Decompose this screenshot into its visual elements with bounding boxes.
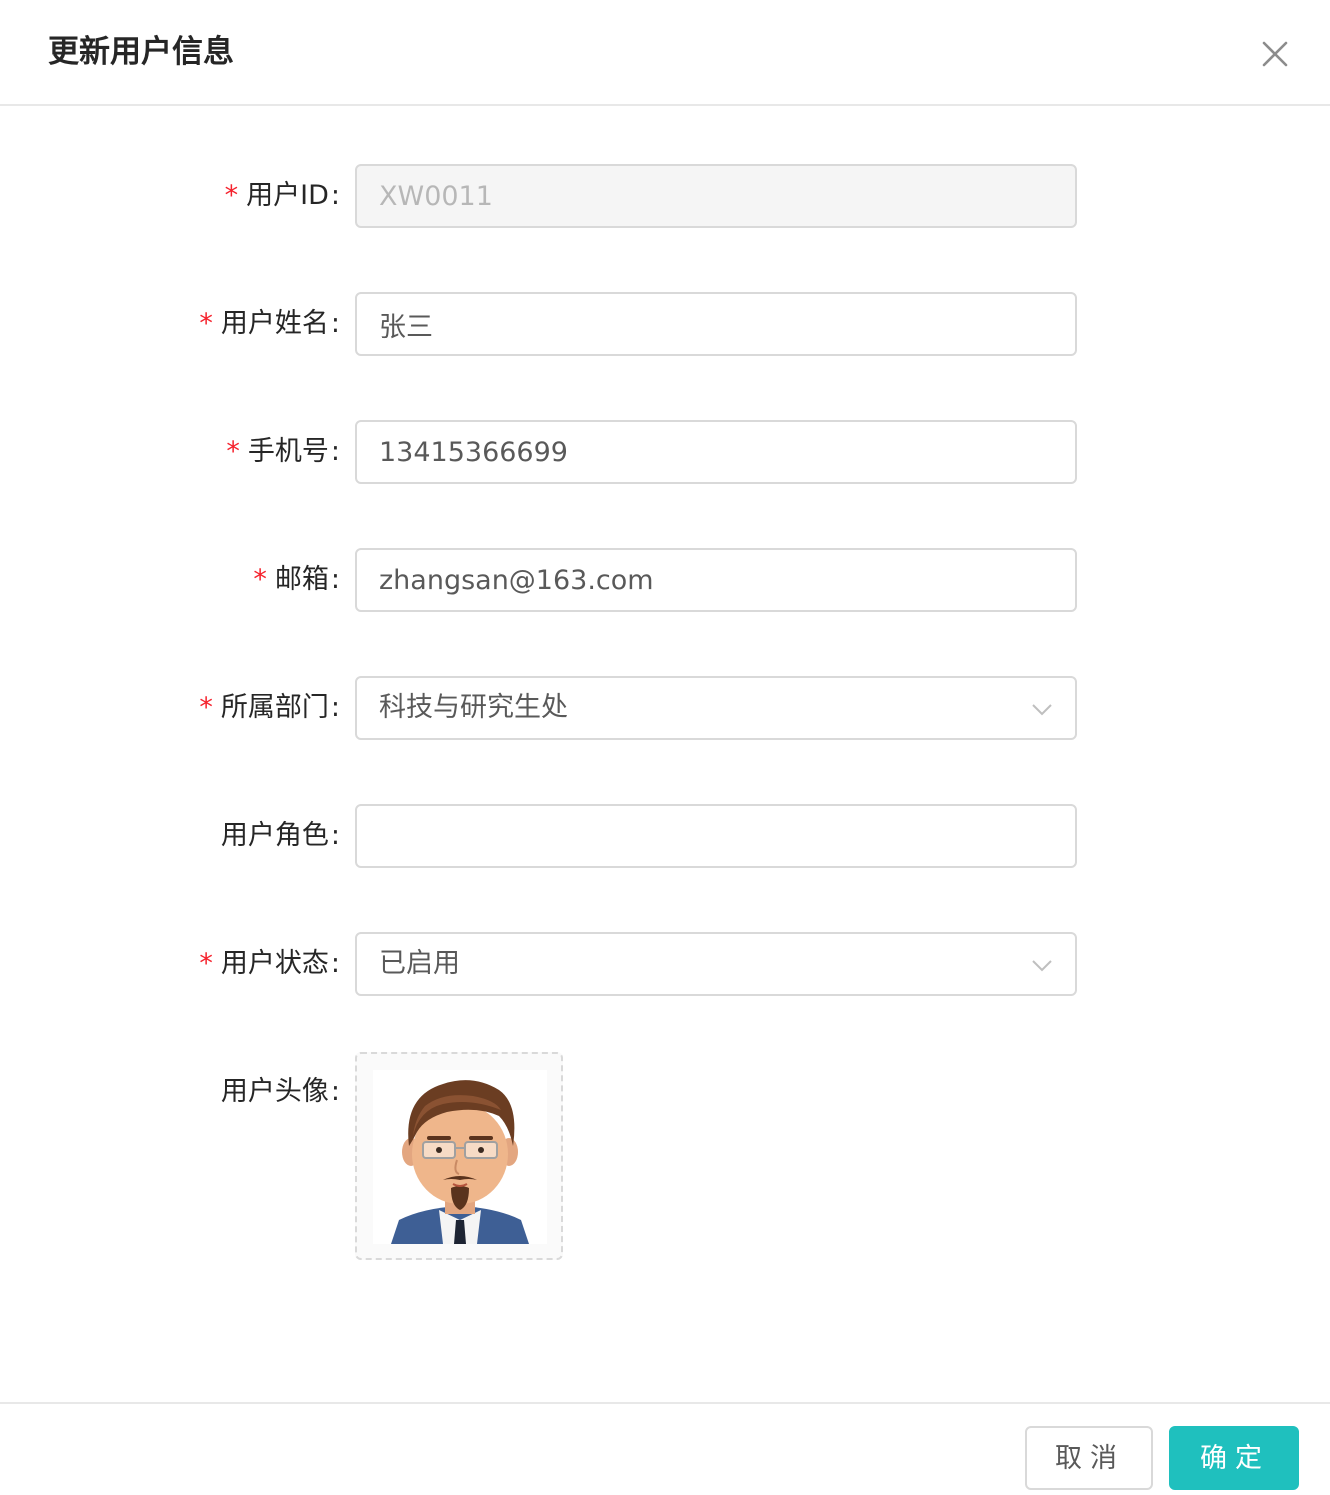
- required-mark: *: [199, 948, 213, 979]
- form-row-phone: * 手机号:: [0, 420, 1330, 484]
- required-mark: *: [199, 308, 213, 339]
- department-label: * 所属部门:: [199, 692, 340, 723]
- required-mark: *: [224, 180, 239, 211]
- user-name-input[interactable]: [355, 292, 1077, 356]
- form-row-user-id: * 用户ID:: [0, 164, 1330, 228]
- confirm-button[interactable]: 确定: [1169, 1426, 1299, 1490]
- phone-input[interactable]: [355, 420, 1077, 484]
- phone-label: * 手机号:: [226, 436, 340, 467]
- modal-title: 更新用户信息: [48, 34, 234, 70]
- form-row-department: * 所属部门: 科技与研究生处: [0, 676, 1330, 740]
- chevron-down-icon: [1032, 960, 1052, 972]
- form-row-status: * 用户状态: 已启用: [0, 932, 1330, 996]
- role-label: 用户角色:: [220, 820, 340, 851]
- form-row-email: * 邮箱:: [0, 548, 1330, 612]
- required-mark: *: [226, 436, 240, 467]
- status-select-value: 已启用: [379, 948, 460, 979]
- required-mark: *: [199, 692, 213, 723]
- form-row-user-name: * 用户姓名:: [0, 292, 1330, 356]
- user-id-label: * 用户ID:: [224, 180, 340, 211]
- status-label: * 用户状态:: [199, 948, 340, 979]
- avatar: [373, 1070, 547, 1244]
- status-select[interactable]: 已启用: [355, 932, 1077, 996]
- form-row-role: 用户角色:: [0, 804, 1330, 868]
- avatar-image: [373, 1070, 547, 1244]
- chevron-down-icon: [1032, 704, 1052, 716]
- cancel-button[interactable]: 取消: [1025, 1426, 1153, 1490]
- avatar-upload[interactable]: [355, 1052, 563, 1260]
- department-select[interactable]: 科技与研究生处: [355, 676, 1077, 740]
- update-user-modal: 更新用户信息 *用户ID: *用户姓名: *手机号: *邮箱: *所属部门: 科…: [0, 0, 1330, 1495]
- close-icon: [1262, 41, 1288, 67]
- modal-footer: 取消 确定: [0, 1402, 1330, 1495]
- form-row-avatar: 用户头像:: [0, 1052, 1330, 1268]
- modal-header: 更新用户信息: [0, 0, 1330, 106]
- close-button[interactable]: [1252, 31, 1296, 75]
- department-select-value: 科技与研究生处: [379, 692, 568, 723]
- user-id-input: [355, 164, 1077, 228]
- avatar-label: 用户头像:: [220, 1076, 340, 1107]
- role-input[interactable]: [355, 804, 1077, 868]
- email-label: * 邮箱:: [253, 564, 340, 595]
- email-input[interactable]: [355, 548, 1077, 612]
- required-mark: *: [253, 564, 267, 595]
- user-name-label: * 用户姓名:: [199, 308, 340, 339]
